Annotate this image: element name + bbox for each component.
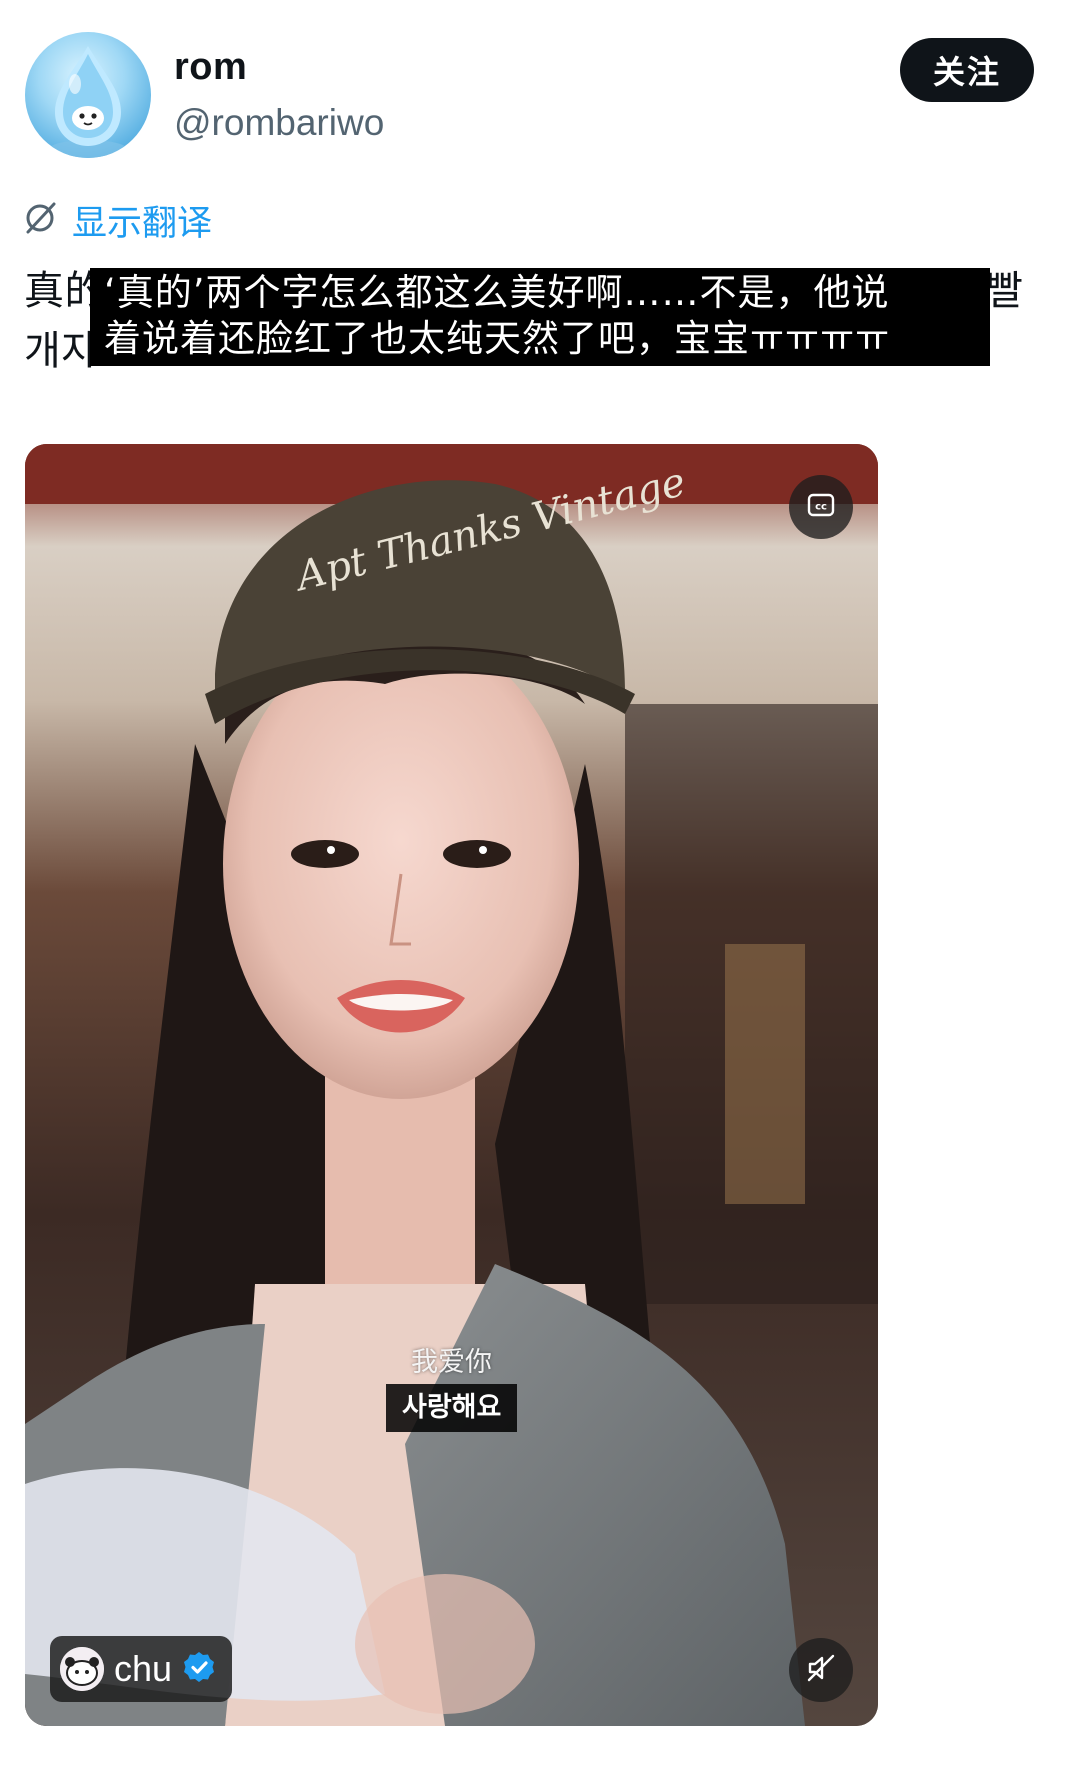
follow-button[interactable]: 关注	[900, 38, 1034, 102]
speaker-muted-icon	[806, 1653, 836, 1687]
author-avatar[interactable]	[25, 32, 151, 158]
creator-name: chu	[114, 1648, 173, 1689]
closed-captions-button[interactable]: cc	[789, 475, 853, 539]
subtitle-line-1: ‘真的’两个字怎么都这么美好啊……不是，他说	[104, 271, 890, 314]
tweet-text-line-2: 개자	[24, 328, 99, 374]
author-name[interactable]: rom	[174, 46, 247, 89]
creator-chip[interactable]: chu	[50, 1636, 233, 1702]
translated-subtitle-overlay: ‘真的’两个字怎么都这么美好啊……不是，他说 着说着还脸红了也太纯天然了吧，宝宝…	[90, 268, 990, 366]
show-translation-label: 显示翻译	[72, 203, 213, 244]
tweet-text-line-1-end: 빨	[986, 268, 1024, 314]
show-translation-link[interactable]: 显示翻译	[22, 196, 212, 244]
mute-toggle-button[interactable]	[789, 1638, 853, 1702]
creator-avatar	[60, 1647, 104, 1691]
svg-text:cc: cc	[815, 502, 827, 513]
video-subtitle-chinese: 我爱你	[411, 1347, 492, 1378]
verified-badge-icon	[182, 1650, 216, 1688]
author-handle[interactable]: @rombariwo	[174, 102, 384, 144]
closed-captions-icon: cc	[807, 493, 835, 521]
video-frame-image: Apt Thanks Vintage	[25, 444, 878, 1726]
video-player[interactable]: Apt Thanks Vintage cc 我爱你 사랑해요 chu	[25, 444, 878, 1726]
globe-slash-icon	[22, 200, 58, 240]
video-subtitle-korean: 사랑해요	[386, 1384, 518, 1432]
subtitle-line-2: 着说着还脸红了也太纯天然了吧，宝宝ㅠㅠㅠㅠ	[104, 317, 891, 360]
